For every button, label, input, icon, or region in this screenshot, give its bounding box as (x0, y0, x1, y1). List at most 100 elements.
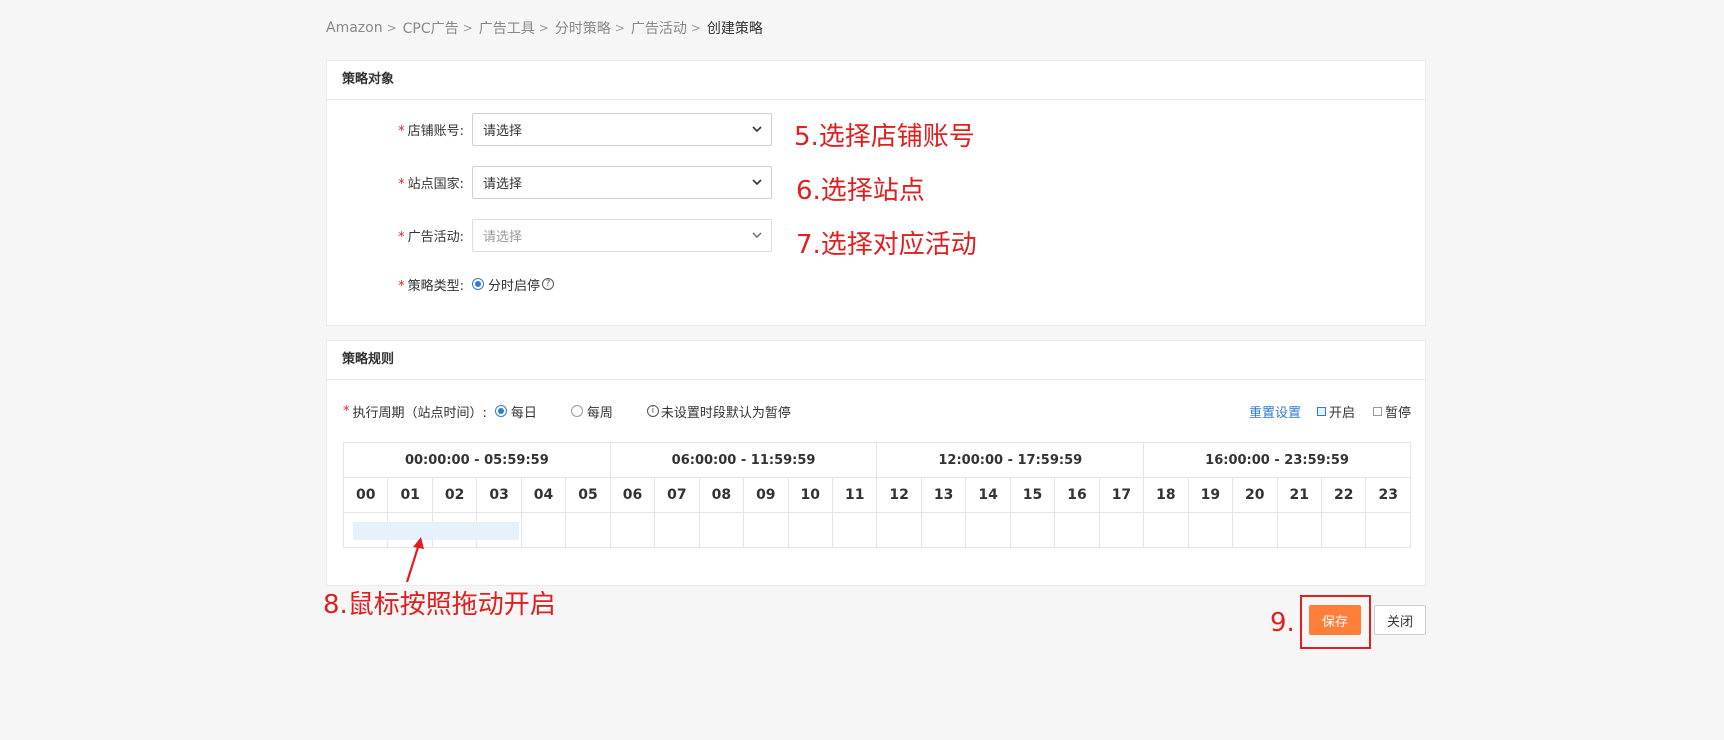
required-mark: * (398, 123, 405, 139)
range-header-row: 00:00:00 - 05:59:59 06:00:00 - 11:59:59 … (343, 442, 1411, 478)
square-icon (1372, 406, 1382, 416)
hour-header: 17 (1098, 477, 1145, 513)
hour-header: 15 (1009, 477, 1056, 513)
annotation-step7: 7.选择对应活动 (796, 230, 977, 260)
range-header: 12:00:00 - 17:59:59 (876, 442, 1145, 478)
hour-header: 12 (876, 477, 922, 513)
question-circle-icon[interactable]: ? (542, 278, 555, 290)
hour-header: 22 (1320, 477, 1367, 513)
breadcrumb-campaigns[interactable]: 广告活动 (631, 18, 687, 38)
hour-cell[interactable] (1365, 512, 1411, 548)
hour-cell[interactable] (1232, 512, 1278, 548)
card-title: 策略规则 (327, 341, 1425, 380)
campaign-row: * 广告活动: 请选择 (327, 218, 772, 252)
annotation-step6: 6.选择站点 (796, 176, 925, 206)
annotation-step5: 5.选择店铺账号 (794, 122, 975, 152)
hour-header: 11 (831, 477, 878, 513)
annotation-step8: 8.鼠标按照拖动开启 (323, 590, 556, 620)
selected-time-block[interactable] (353, 522, 519, 540)
range-header: 06:00:00 - 11:59:59 (609, 442, 878, 478)
chevron-down-icon (752, 179, 762, 186)
chevron-down-icon (752, 232, 762, 238)
hour-cell[interactable] (965, 512, 1011, 548)
breadcrumb-timeshare[interactable]: 分时策略 (555, 18, 611, 38)
hour-cell[interactable] (1276, 512, 1322, 548)
hour-header: 16 (1054, 477, 1100, 513)
close-button[interactable]: 关闭 (1374, 605, 1426, 635)
hour-header: 20 (1232, 477, 1278, 513)
breadcrumb: Amazon > CPC广告 > 广告工具 > 分时策略 > 广告活动 > 创建策略 (326, 18, 763, 38)
hour-header: 09 (743, 477, 789, 513)
hour-cell[interactable] (920, 512, 967, 548)
shop-account-row: * 店铺账号: 请选择 (327, 112, 772, 146)
required-mark: * (398, 176, 405, 192)
hour-header: 14 (965, 477, 1011, 513)
default-pause-note: i 未设置时段默认为暂停 (646, 402, 791, 421)
timeshare-radio[interactable] (472, 278, 484, 290)
site-country-select[interactable]: 请选择 (472, 165, 772, 199)
daily-option[interactable]: 每日 (494, 402, 537, 421)
required-mark: * (398, 229, 405, 245)
info-icon: i (646, 405, 659, 417)
strategy-rules-card: 策略规则 * 执行周期（站点时间）: 每日 每周 i 未设置时段默认为暂停 重置设… (326, 340, 1426, 586)
hour-header: 01 (387, 477, 433, 513)
hour-cell[interactable] (876, 512, 922, 548)
hour-cell[interactable] (1143, 512, 1189, 548)
weekly-option[interactable]: 每周 (570, 402, 613, 421)
timeshare-label: 分时启停 (488, 278, 541, 294)
hour-cell[interactable] (831, 512, 878, 548)
hour-cell[interactable] (654, 512, 700, 548)
shop-account-label: * 店铺账号: (398, 123, 464, 139)
legend-off: 暂停 (1372, 402, 1411, 421)
breadcrumb-cpc[interactable]: CPC广告 (403, 18, 459, 38)
range-header: 16:00:00 - 23:59:59 (1143, 442, 1411, 478)
chevron-right-icon: > (538, 21, 549, 35)
breadcrumb-amazon[interactable]: Amazon (326, 20, 383, 36)
hour-header: 19 (1187, 477, 1234, 513)
hour-header: 05 (565, 477, 611, 513)
campaign-label: * 广告活动: (398, 229, 464, 245)
hour-cell[interactable] (1054, 512, 1100, 548)
hour-cell[interactable] (520, 512, 567, 548)
strategy-type-label: * 策略类型: (398, 278, 464, 294)
reset-settings-link[interactable]: 重置设置 (1249, 402, 1301, 421)
hour-header: 21 (1276, 477, 1322, 513)
hour-header: 06 (609, 477, 656, 513)
hour-header: 08 (698, 477, 745, 513)
hour-cell[interactable] (565, 512, 611, 548)
breadcrumb-create: 创建策略 (706, 21, 763, 37)
chevron-right-icon: > (690, 21, 701, 35)
hour-cell[interactable] (1187, 512, 1234, 548)
card-title: 策略对象 (327, 61, 1425, 100)
annotation-step9: 9. (1270, 608, 1295, 638)
hour-cell[interactable] (1320, 512, 1367, 548)
hour-cell[interactable] (1009, 512, 1056, 548)
range-header: 00:00:00 - 05:59:59 (343, 442, 611, 478)
hour-cell[interactable] (787, 512, 833, 548)
hour-cell[interactable] (1098, 512, 1145, 548)
daily-radio[interactable] (494, 405, 507, 417)
campaign-select[interactable]: 请选择 (472, 218, 772, 252)
hour-header-row: 00 01 02 03 04 05 06 07 08 09 10 11 12 13 14 15 16 17 18 19… (342, 477, 1411, 513)
period-row: * 执行周期（站点时间）: 每日 每周 i 未设置时段默认为暂停 重置设置 开启 … (343, 401, 1411, 421)
legend-on: 开启 (1316, 402, 1355, 421)
save-button[interactable]: 保存 (1309, 605, 1361, 635)
hour-header: 23 (1365, 477, 1411, 513)
hour-header: 03 (476, 477, 522, 513)
required-mark: * (398, 278, 405, 294)
hour-cell[interactable] (698, 512, 745, 548)
required-mark: * (343, 403, 350, 419)
breadcrumb-ad-tools[interactable]: 广告工具 (479, 18, 535, 38)
weekly-radio[interactable] (570, 405, 583, 417)
shop-account-select[interactable]: 请选择 (472, 112, 772, 146)
hour-cell[interactable] (609, 512, 656, 548)
arrow-icon (405, 537, 424, 583)
hour-header: 04 (520, 477, 567, 513)
site-country-label: * 站点国家: (398, 176, 464, 192)
chevron-right-icon: > (462, 21, 473, 35)
hour-cell[interactable] (743, 512, 789, 548)
hour-header: 13 (920, 477, 967, 513)
chevron-down-icon (752, 126, 762, 133)
hour-header: 02 (431, 477, 478, 513)
chevron-right-icon: > (614, 21, 625, 35)
